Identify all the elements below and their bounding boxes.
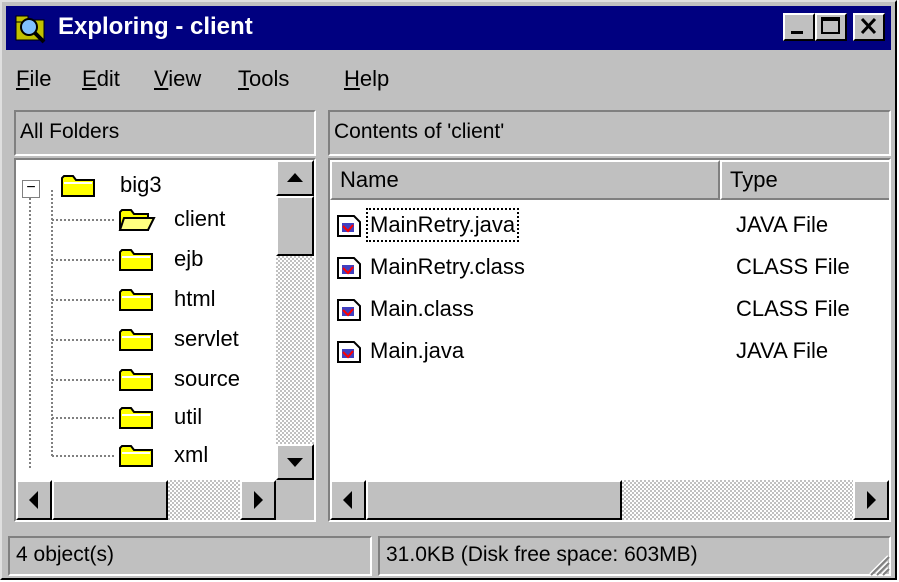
scroll-left-button[interactable]: [16, 480, 52, 520]
arrow-right-icon: [242, 482, 274, 518]
tree-label: util: [174, 402, 202, 432]
class-file-icon: [336, 256, 362, 280]
tree-vertical-scrollbar[interactable]: [276, 160, 314, 480]
all-folders-header: All Folders: [14, 110, 316, 156]
java-file-icon: [336, 340, 362, 364]
resize-grip-icon[interactable]: [864, 550, 890, 576]
menu-view-mnemonic: V: [154, 66, 168, 91]
tree-label: big3: [120, 170, 162, 200]
menu-tools-label: ools: [249, 66, 289, 91]
column-header-type[interactable]: Type: [720, 160, 891, 200]
file-type: CLASS File: [736, 290, 850, 328]
menu-file-mnemonic: F: [16, 66, 29, 91]
file-name: Main.class: [370, 290, 474, 328]
contents-header: Contents of 'client': [328, 110, 891, 156]
tree-label: client: [174, 204, 225, 234]
status-disk-space: 31.0KB (Disk free space: 603MB): [378, 536, 891, 576]
menu-file[interactable]: File: [16, 66, 51, 92]
explorer-window: Exploring - client File Edit View Tools …: [0, 0, 897, 580]
menu-help[interactable]: Help: [344, 66, 389, 92]
file-row[interactable]: MainRetry.java JAVA File: [330, 206, 890, 244]
file-name: MainRetry.class: [370, 248, 525, 286]
menu-edit-mnemonic: E: [82, 66, 97, 91]
maximize-icon: [817, 15, 845, 39]
file-name: MainRetry.java: [368, 210, 517, 240]
arrow-left-icon: [18, 482, 50, 518]
tree-label: servlet: [174, 324, 239, 354]
folder-icon: [118, 246, 156, 272]
folder-icon: [118, 286, 156, 312]
scroll-down-button[interactable]: [276, 444, 314, 480]
scroll-right-button[interactable]: [240, 480, 276, 520]
maximize-button[interactable]: [815, 13, 847, 41]
file-type: JAVA File: [736, 206, 828, 244]
title-bar[interactable]: Exploring - client: [6, 6, 891, 50]
tree-horizontal-scrollbar[interactable]: [16, 480, 276, 520]
scroll-left-button[interactable]: [330, 480, 366, 520]
close-button[interactable]: [853, 13, 885, 41]
file-row[interactable]: MainRetry.class CLASS File: [330, 248, 890, 286]
collapse-icon[interactable]: −: [22, 180, 40, 198]
folder-icon: [118, 326, 156, 352]
minimize-icon: [785, 15, 813, 39]
folder-icon: [60, 172, 98, 198]
file-list-pane: Name Type MainRetry.java JAVA File MainR…: [328, 158, 891, 522]
scroll-thumb[interactable]: [276, 196, 314, 256]
tree-label: ejb: [174, 244, 203, 274]
menu-tools[interactable]: Tools: [238, 66, 289, 92]
file-name: Main.java: [370, 332, 464, 370]
folder-icon: [118, 366, 156, 392]
folder-tree-pane: − big3 client ejb html servlet source: [14, 158, 316, 522]
minimize-button[interactable]: [783, 13, 815, 41]
list-horizontal-scrollbar[interactable]: [330, 480, 889, 520]
explorer-icon: [14, 12, 48, 44]
folder-icon: [118, 404, 156, 430]
menu-help-mnemonic: H: [344, 66, 360, 91]
menu-edit[interactable]: Edit: [82, 66, 120, 92]
arrow-up-icon: [278, 162, 312, 194]
folder-icon: [118, 442, 156, 468]
scroll-thumb[interactable]: [366, 480, 622, 520]
menu-bar: File Edit View Tools Help: [6, 54, 891, 104]
open-folder-icon: [118, 206, 156, 232]
scroll-up-button[interactable]: [276, 160, 314, 196]
arrow-left-icon: [332, 482, 364, 518]
file-row[interactable]: Main.class CLASS File: [330, 290, 890, 328]
column-header-name[interactable]: Name: [330, 160, 720, 200]
menu-view[interactable]: View: [154, 66, 201, 92]
menu-tools-mnemonic: T: [238, 66, 249, 91]
menu-help-label: elp: [360, 66, 389, 91]
scroll-thumb[interactable]: [52, 480, 168, 520]
tree-label: html: [174, 284, 216, 314]
scroll-right-button[interactable]: [853, 480, 889, 520]
menu-view-label: iew: [168, 66, 201, 91]
close-icon: [855, 15, 883, 39]
window-title: Exploring - client: [58, 12, 253, 42]
java-file-icon: [336, 214, 362, 238]
tree-label: xml: [174, 440, 208, 470]
tree-label: source: [174, 364, 240, 394]
class-file-icon: [336, 298, 362, 322]
file-type: JAVA File: [736, 332, 828, 370]
file-row[interactable]: Main.java JAVA File: [330, 332, 890, 370]
menu-edit-label: dit: [97, 66, 120, 91]
scroll-corner: [276, 480, 314, 520]
status-object-count: 4 object(s): [8, 536, 372, 576]
menu-file-label: ile: [29, 66, 51, 91]
arrow-right-icon: [855, 482, 887, 518]
arrow-down-icon: [278, 446, 312, 478]
file-type: CLASS File: [736, 248, 850, 286]
